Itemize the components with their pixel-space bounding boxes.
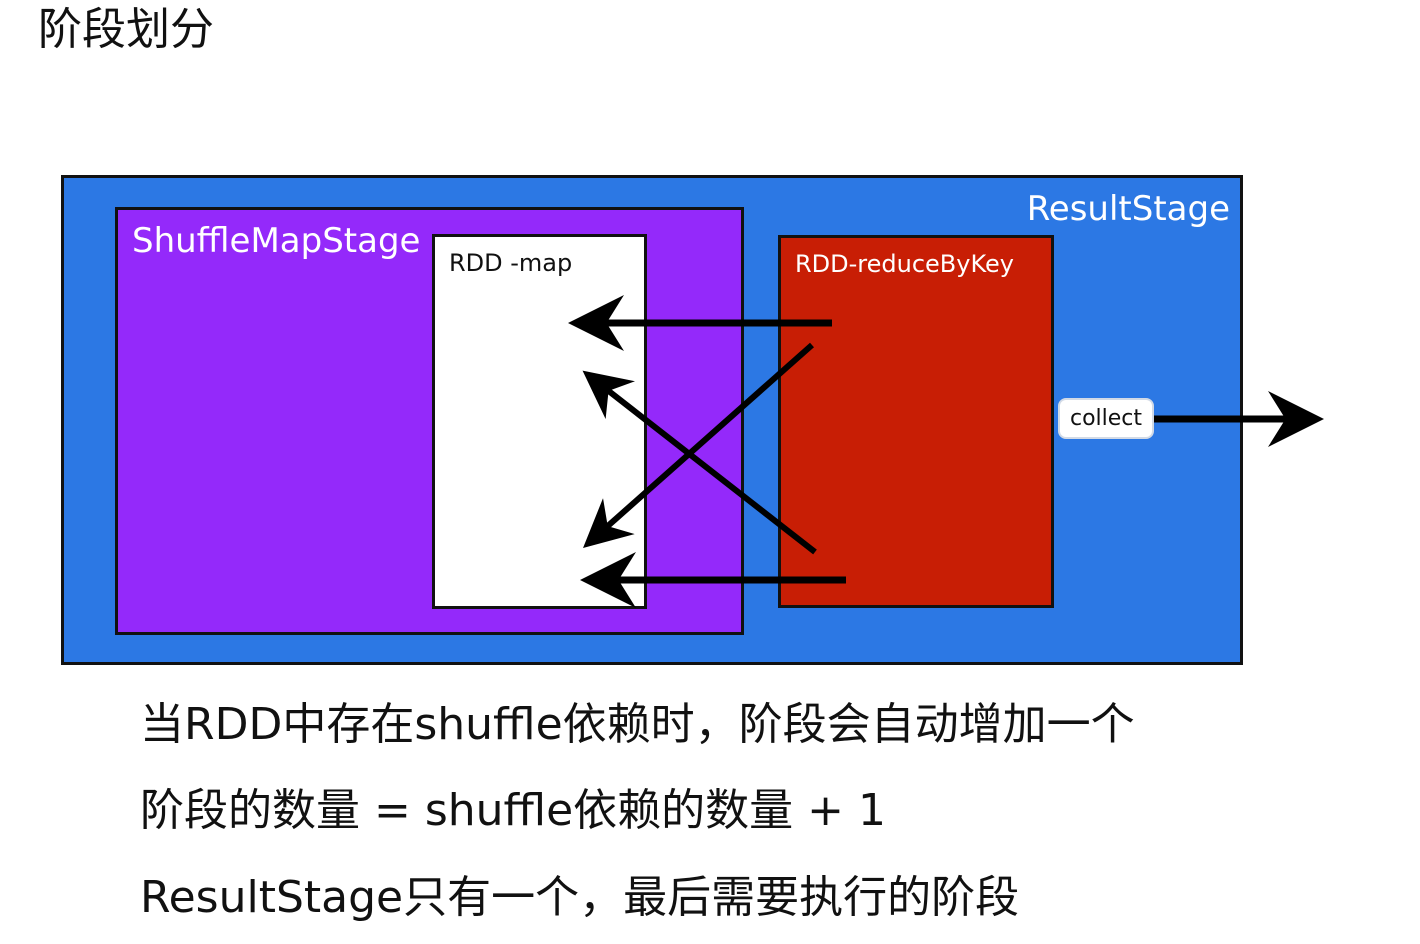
collect-action-label: collect xyxy=(1058,398,1154,439)
rdd-map-label: RDD -map xyxy=(449,249,573,277)
shuffle-map-stage-label: ShuffleMapStage xyxy=(132,221,421,261)
result-stage-label: ResultStage xyxy=(1026,189,1230,229)
rdd-map-box: RDD -map xyxy=(432,234,647,609)
note-line-1: 当RDD中存在shuffle依赖时，阶段会自动增加一个 xyxy=(140,699,1135,750)
rdd-reduce-label: RDD-reduceByKey xyxy=(795,250,1014,278)
page-title: 阶段划分 xyxy=(38,4,214,55)
shuffle-map-stage-box: ShuffleMapStage xyxy=(115,207,744,635)
rdd-reduce-box: RDD-reduceByKey xyxy=(778,235,1054,608)
note-line-3: ResultStage只有一个，最后需要执行的阶段 xyxy=(140,872,1020,923)
note-line-2: 阶段的数量 = shuffle依赖的数量 + 1 xyxy=(140,785,886,836)
